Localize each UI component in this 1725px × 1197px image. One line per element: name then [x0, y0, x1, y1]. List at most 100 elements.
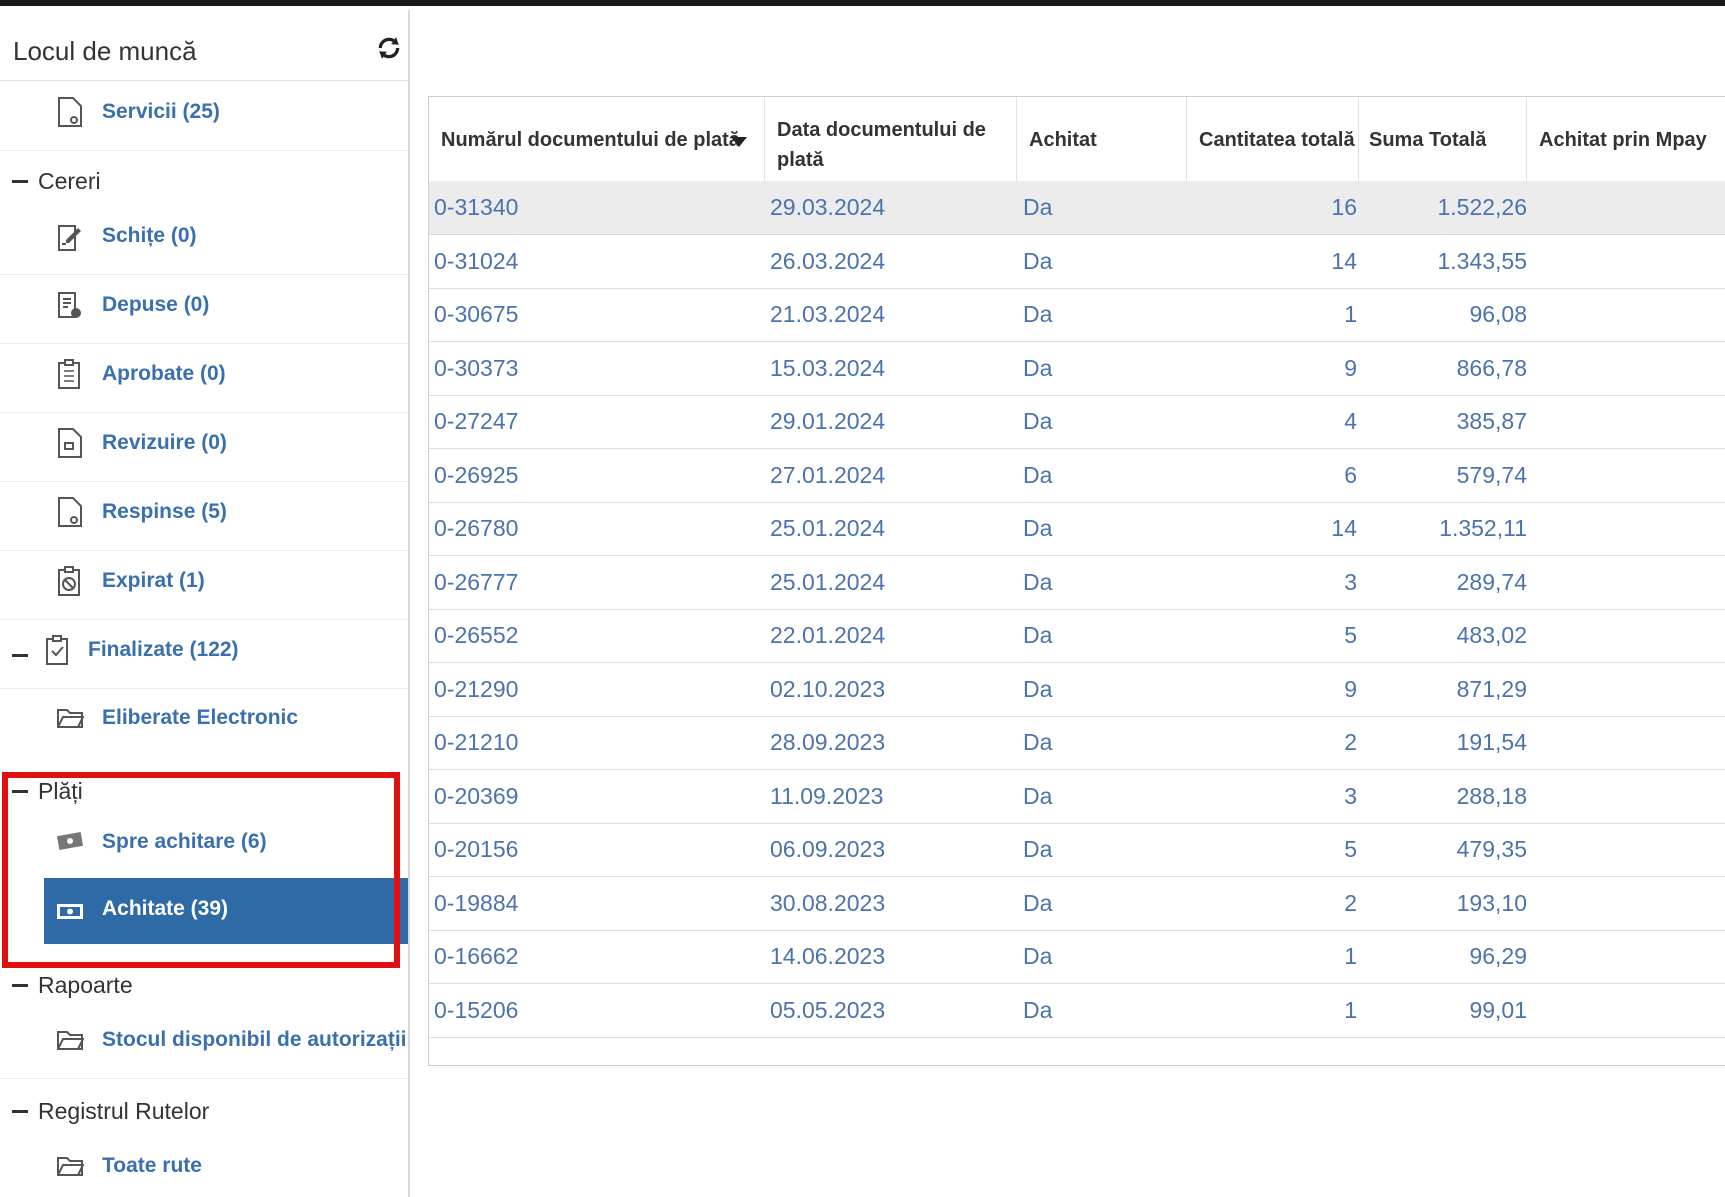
table-row[interactable]: 0-27247 29.01.2024 Da 4 385,87: [429, 395, 1725, 449]
table-row[interactable]: 0-31340 29.03.2024 Da 16 1.522,26: [429, 181, 1725, 235]
cell-cantitatea: 1: [1344, 997, 1357, 1023]
section-plati[interactable]: Plăți: [0, 766, 408, 818]
cell-suma: 193,10: [1456, 890, 1527, 916]
table-row[interactable]: 0-16662 14.06.2023 Da 1 96,29: [429, 930, 1725, 984]
section-label: Registrul Rutelor: [38, 1098, 210, 1124]
check-clipboard-icon: [46, 635, 68, 665]
cell-document-number: 0-30675: [434, 301, 519, 327]
cell-achitat: Da: [1023, 622, 1053, 648]
table-row[interactable]: 0-21210 28.09.2023 Da 2 191,54: [429, 716, 1725, 770]
table-row[interactable]: 0-26552 22.01.2024 Da 5 483,02: [429, 609, 1725, 663]
folder-icon: [57, 1031, 84, 1050]
cell-document-date: 25.01.2024: [770, 569, 886, 595]
draft-icon: [58, 225, 81, 251]
cell-cantitatea: 3: [1344, 569, 1357, 595]
sidebar-item-label: Spre achitare (6): [102, 830, 267, 853]
table-row[interactable]: 0-30675 21.03.2024 Da 1 96,08: [429, 288, 1725, 342]
table-row[interactable]: 0-19884 30.08.2023 Da 2 193,10: [429, 877, 1725, 931]
cell-achitat: Da: [1023, 569, 1053, 595]
cell-document-number: 0-31340: [434, 194, 519, 220]
section-label: Plăți: [38, 778, 83, 804]
cell-document-date: 28.09.2023: [770, 729, 886, 755]
section-registrul-rutelor[interactable]: Registrul Rutelor: [0, 1086, 408, 1138]
cell-document-date: 06.09.2023: [770, 836, 886, 862]
column-header-document-date[interactable]: Data documentului de plată: [765, 97, 1017, 181]
table-row[interactable]: 0-30373 15.03.2024 Da 9 866,78: [429, 342, 1725, 396]
cell-suma: 99,01: [1469, 997, 1527, 1023]
cell-achitat: Da: [1023, 783, 1053, 809]
table-row[interactable]: 0-15206 05.05.2023 Da 1 99,01: [429, 984, 1725, 1038]
sidebar-item-label: Aprobate (0): [102, 362, 226, 385]
cell-achitat: Da: [1023, 301, 1053, 327]
cell-achitat: Da: [1023, 676, 1053, 702]
sidebar-item-finalizate[interactable]: Finalizate (122): [0, 620, 408, 689]
expired-icon: [58, 566, 80, 596]
refresh-icon[interactable]: [376, 35, 402, 61]
document-icon: [58, 97, 82, 127]
column-header-document-number[interactable]: Numărul documentului de plată: [429, 97, 765, 181]
table-row[interactable]: 0-21290 02.10.2023 Da 9 871,29: [429, 663, 1725, 717]
cell-achitat: Da: [1023, 515, 1053, 541]
table-row[interactable]: 0-26780 25.01.2024 Da 14 1.352,11: [429, 502, 1725, 556]
sidebar-item-stocul[interactable]: Stocul disponibil de autorizații: [0, 1010, 408, 1079]
cell-document-number: 0-19884: [434, 890, 519, 916]
cell-cantitatea: 4: [1344, 408, 1357, 434]
column-header-mpay[interactable]: Achitat prin Mpay: [1527, 97, 1725, 181]
cell-document-date: 25.01.2024: [770, 515, 886, 541]
section-cereri[interactable]: Cereri: [0, 156, 408, 208]
sidebar-item-eliberate[interactable]: Eliberate Electronic: [0, 688, 408, 756]
cell-document-date: 02.10.2023: [770, 676, 886, 702]
document-icon: [58, 497, 82, 527]
sidebar-item-revizuire[interactable]: Revizuire (0): [0, 413, 408, 482]
cell-document-date: 30.08.2023: [770, 890, 886, 916]
table-row[interactable]: 0-20156 06.09.2023 Da 5 479,35: [429, 823, 1725, 877]
cell-cantitatea: 14: [1331, 248, 1357, 274]
cell-document-date: 26.03.2024: [770, 248, 886, 274]
column-header-suma[interactable]: Suma Totală: [1359, 97, 1527, 181]
cell-cantitatea: 5: [1344, 836, 1357, 862]
table-row[interactable]: 0-26925 27.01.2024 Da 6 579,74: [429, 449, 1725, 503]
sidebar-item-respinse[interactable]: Respinse (5): [0, 482, 408, 551]
cell-suma: 385,87: [1456, 408, 1527, 434]
sidebar-item-toate-rute[interactable]: Toate rute: [0, 1136, 408, 1197]
collapse-icon: [12, 654, 28, 657]
cell-achitat: Da: [1023, 194, 1053, 220]
cell-document-date: 15.03.2024: [770, 355, 886, 381]
table-row[interactable]: 0-31024 26.03.2024 Da 14 1.343,55: [429, 235, 1725, 289]
cell-suma: 289,74: [1456, 569, 1527, 595]
sort-desc-icon[interactable]: [731, 137, 747, 147]
table-row[interactable]: 0-26777 25.01.2024 Da 3 289,74: [429, 556, 1725, 610]
cell-cantitatea: 9: [1344, 676, 1357, 702]
cell-suma: 96,29: [1469, 943, 1527, 969]
folder-icon: [57, 709, 84, 728]
table-header: Numărul documentului de plată Data docum…: [429, 97, 1725, 182]
collapse-icon: [12, 790, 28, 793]
column-header-cantitatea[interactable]: Cantitatea totală: [1187, 97, 1359, 181]
cell-cantitatea: 2: [1344, 890, 1357, 916]
cell-document-date: 22.01.2024: [770, 622, 886, 648]
money-icon: [56, 832, 84, 850]
cell-suma: 1.352,11: [1439, 515, 1527, 541]
sidebar-item-schite[interactable]: Schițe (0): [0, 206, 408, 275]
top-border: [0, 0, 1725, 6]
cell-suma: 483,02: [1456, 622, 1527, 648]
sidebar-item-aprobate[interactable]: Aprobate (0): [0, 344, 408, 413]
sidebar-item-spre-achitare[interactable]: Spre achitare (6): [0, 816, 408, 878]
sidebar-item-label: Finalizate (122): [88, 638, 239, 661]
cell-document-number: 0-16662: [434, 943, 519, 969]
cell-document-number: 0-26780: [434, 515, 519, 541]
column-header-achitat[interactable]: Achitat: [1017, 97, 1187, 181]
sidebar-item-depuse[interactable]: Depuse (0): [0, 275, 408, 344]
cell-document-number: 0-27247: [434, 408, 519, 434]
table-row[interactable]: 0-20369 11.09.2023 Da 3 288,18: [429, 770, 1725, 824]
sidebar-item-servicii[interactable]: Servicii (25): [0, 82, 408, 151]
cell-document-number: 0-21290: [434, 676, 519, 702]
sidebar-item-expirat[interactable]: Expirat (1): [0, 551, 408, 620]
sidebar-item-label: Revizuire (0): [102, 431, 227, 454]
cell-cantitatea: 3: [1344, 783, 1357, 809]
cell-achitat: Da: [1023, 729, 1053, 755]
cell-achitat: Da: [1023, 890, 1053, 916]
section-rapoarte[interactable]: Rapoarte: [0, 960, 408, 1012]
collapse-icon: [12, 984, 28, 987]
sidebar-item-achitate[interactable]: Achitate (39): [44, 878, 408, 944]
